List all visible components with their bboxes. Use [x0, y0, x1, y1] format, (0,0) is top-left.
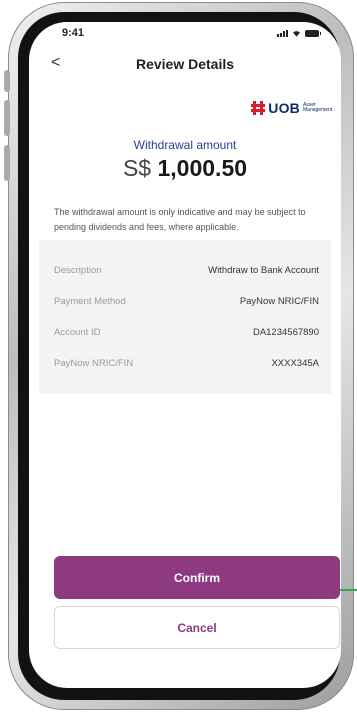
brand-name: UOB — [268, 100, 300, 116]
detail-row-account-id: Account ID DA1234567890 — [54, 327, 319, 341]
detail-label: Payment Method — [54, 296, 126, 307]
status-time: 9:41 — [62, 27, 85, 39]
confirm-button[interactable]: Confirm — [54, 556, 340, 599]
annotation-connector-line — [340, 589, 357, 591]
wifi-icon — [293, 31, 300, 37]
detail-value: DA1234567890 — [252, 327, 319, 338]
phone-side-button — [4, 145, 10, 181]
detail-value: XXXX345A — [271, 358, 319, 369]
withdrawal-amount-label: Withdrawal amount — [133, 138, 237, 152]
status-bar: 9:41 — [29, 22, 341, 52]
disclaimer-note: The withdrawal amount is only indicative… — [54, 207, 306, 232]
phone-side-button — [4, 100, 10, 136]
detail-row-description: Description Withdraw to Bank Account — [54, 265, 319, 279]
detail-value: PayNow NRIC/FIN — [239, 296, 319, 307]
amount-value: 1,000.50 — [157, 155, 248, 181]
detail-label: Description — [54, 265, 102, 276]
detail-row-payment-method: Payment Method PayNow NRIC/FIN — [54, 296, 319, 310]
battery-icon — [305, 30, 321, 37]
signal-icon — [277, 30, 288, 37]
withdrawal-amount: S$ 1,000.50 — [29, 155, 341, 182]
detail-label: PayNow NRIC/FIN — [54, 358, 134, 369]
detail-label: Account ID — [54, 327, 101, 338]
uob-logo: UOB Asset Management — [251, 100, 333, 116]
phone-side-button — [4, 70, 10, 92]
detail-value: Withdraw to Bank Account — [208, 265, 319, 276]
brand-subtitle: Asset Management — [303, 102, 333, 113]
nav-bar: < Review Details — [29, 52, 341, 88]
detail-row-paynow-nric: PayNow NRIC/FIN XXXX345A — [54, 358, 319, 372]
currency-code: S$ — [122, 155, 152, 181]
page-title: Review Details — [135, 56, 235, 72]
status-icons — [277, 30, 321, 37]
uob-logo-mark-icon — [251, 101, 266, 115]
details-panel: Description Withdraw to Bank Account Pay… — [39, 240, 331, 394]
cancel-button[interactable]: Cancel — [54, 606, 340, 649]
